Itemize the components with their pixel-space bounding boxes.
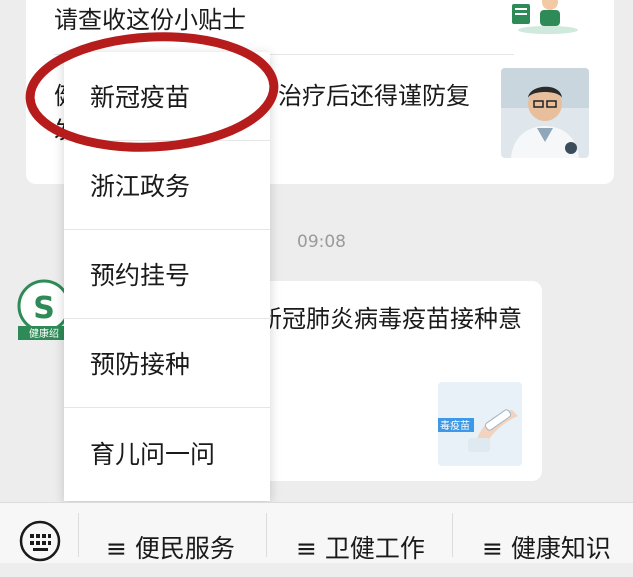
article-thumbnail-top — [504, 0, 586, 36]
vaccine-thumbnail: 毒疫苗 — [438, 382, 522, 466]
menu-item-appointment[interactable]: 预约挂号 — [64, 230, 270, 319]
doctor-photo-thumbnail — [501, 68, 589, 158]
svg-text:S: S — [33, 291, 55, 326]
menu-convenience-services[interactable]: ≡ 便民服务 — [106, 517, 235, 577]
menu-item-label: 预约挂号 — [90, 261, 191, 290]
svg-text:健康绍: 健康绍 — [29, 327, 59, 340]
keyboard-toggle-button[interactable] — [18, 519, 62, 563]
menu-item-parenting-qa[interactable]: 育儿问一问 — [64, 408, 270, 497]
message-title-vaccine: 新冠肺炎病毒疫苗接种意 — [258, 305, 522, 333]
divider — [266, 513, 267, 557]
highlight-circle-annotation — [25, 32, 279, 152]
message-timestamp: 09:08 — [297, 232, 346, 252]
svg-text:毒疫苗: 毒疫苗 — [440, 419, 470, 432]
divider — [452, 513, 453, 557]
article-title-second[interactable]: 治疗后还得谨防复 — [278, 80, 470, 112]
menu-item-label: 浙江政务 — [90, 172, 191, 201]
menu-health-work[interactable]: ≡ 卫健工作 — [296, 517, 425, 577]
bottom-menu-bar: ≡ 便民服务 ≡ 卫健工作 ≡ 健康知识 — [0, 502, 633, 563]
menu-health-knowledge[interactable]: ≡ 健康知识 — [482, 517, 611, 577]
menu-item-label: 育儿问一问 — [90, 439, 216, 469]
divider — [78, 513, 79, 557]
keyboard-icon — [19, 520, 61, 562]
menu-item-label: 预防接种 — [90, 350, 191, 379]
menu-item-vaccination[interactable]: 预防接种 — [64, 319, 270, 408]
